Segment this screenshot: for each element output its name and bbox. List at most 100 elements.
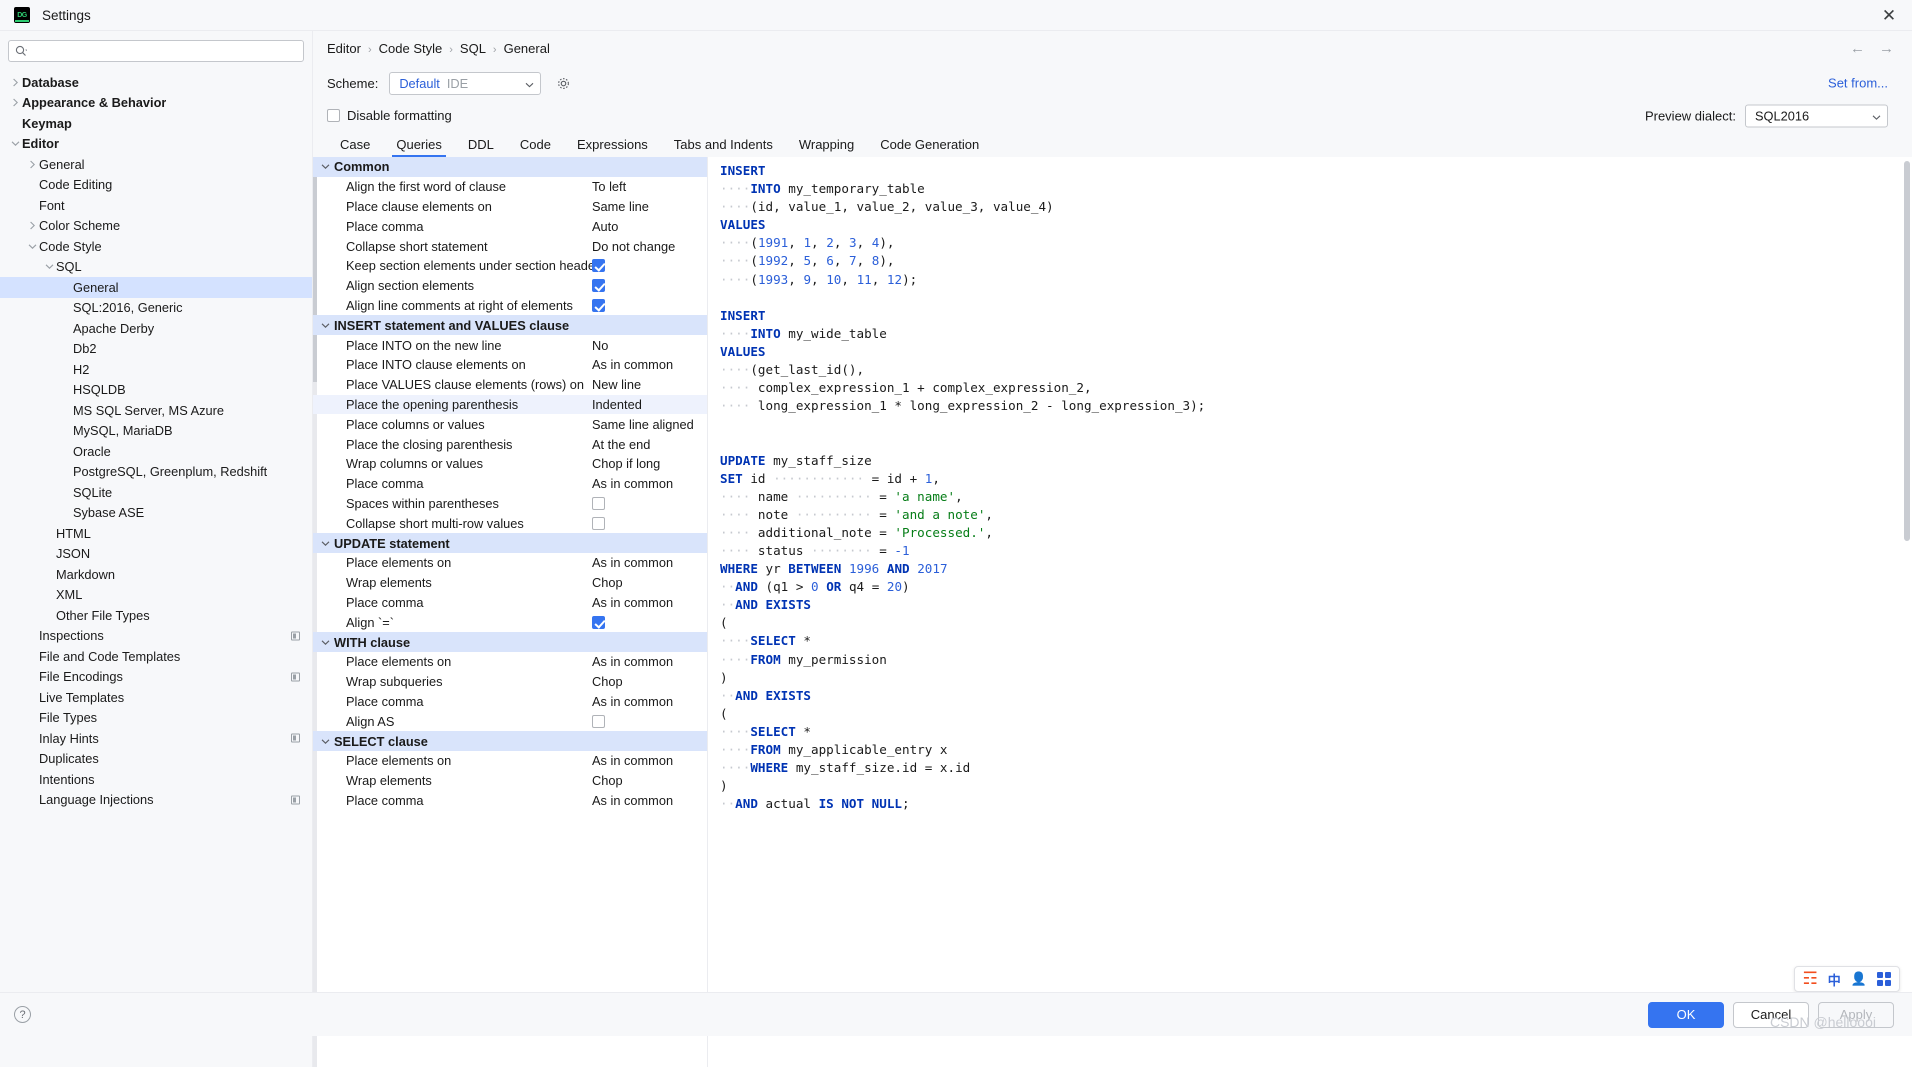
option-value[interactable]: To left: [592, 177, 626, 197]
option-group-header[interactable]: UPDATE statement: [313, 533, 707, 553]
sidebar-item-live-templates[interactable]: Live Templates: [0, 687, 312, 708]
option-row[interactable]: Place INTO on the new line No: [313, 335, 707, 355]
sidebar-item-ms-sql-server-ms-azure[interactable]: MS SQL Server, MS Azure: [0, 400, 312, 421]
chevron-down-icon[interactable]: [318, 639, 332, 646]
sidebar-item-sybase-ase[interactable]: Sybase ASE: [0, 503, 312, 524]
search-box[interactable]: [8, 40, 304, 62]
checkbox-box[interactable]: [592, 259, 605, 273]
option-value[interactable]: No: [592, 335, 608, 355]
option-group-header[interactable]: SELECT clause: [313, 731, 707, 751]
option-row[interactable]: Collapse short multi-row values: [313, 513, 707, 533]
option-row[interactable]: Align line comments at right of elements: [313, 296, 707, 316]
sidebar-item-file-and-code-templates[interactable]: File and Code Templates: [0, 646, 312, 667]
help-icon[interactable]: ?: [14, 1006, 31, 1023]
option-value[interactable]: Auto: [592, 216, 618, 236]
option-row[interactable]: Place the opening parenthesis Indented: [313, 394, 707, 415]
breadcrumb-item-code-style[interactable]: Code Style: [379, 41, 443, 56]
tab-queries[interactable]: Queries: [383, 137, 455, 157]
option-value[interactable]: As in common: [592, 553, 673, 573]
option-value[interactable]: As in common: [592, 355, 673, 375]
tab-tabs-and-indents[interactable]: Tabs and Indents: [661, 137, 786, 157]
option-group-header[interactable]: INSERT statement and VALUES clause: [313, 315, 707, 336]
sidebar-item-hsqldb[interactable]: HSQLDB: [0, 380, 312, 401]
option-checkbox[interactable]: [592, 276, 605, 296]
option-value[interactable]: At the end: [592, 434, 650, 454]
checkbox-box[interactable]: [592, 496, 605, 510]
option-row[interactable]: Wrap elements Chop: [313, 573, 707, 593]
search-input[interactable]: [31, 43, 297, 59]
option-value[interactable]: Chop: [592, 672, 623, 692]
sidebar-item-code-editing[interactable]: Code Editing: [0, 175, 312, 196]
sidebar-item-general[interactable]: General: [0, 154, 312, 175]
sidebar-item-oracle[interactable]: Oracle: [0, 441, 312, 462]
sidebar-item-editor[interactable]: Editor: [0, 134, 312, 155]
sidebar-item-file-encodings[interactable]: File Encodings: [0, 667, 312, 688]
chevron-right-icon[interactable]: [9, 78, 22, 87]
sidebar-item-general[interactable]: General: [0, 277, 312, 298]
chevron-down-icon[interactable]: [26, 243, 39, 250]
chevron-down-icon[interactable]: [318, 322, 332, 329]
option-checkbox[interactable]: [592, 494, 605, 514]
option-row[interactable]: Align `=`: [313, 612, 707, 632]
user-31-icon[interactable]: 👤: [1851, 971, 1867, 987]
option-row[interactable]: Spaces within parentheses: [313, 494, 707, 514]
option-row[interactable]: Wrap elements Chop: [313, 771, 707, 791]
option-row[interactable]: Align the first word of clause To left: [313, 177, 707, 197]
tab-wrapping[interactable]: Wrapping: [786, 137, 867, 157]
chevron-right-icon[interactable]: [26, 160, 39, 169]
option-value[interactable]: As in common: [592, 791, 673, 811]
option-value[interactable]: Chop: [592, 573, 623, 593]
sidebar-item-sql-2016-generic[interactable]: SQL:2016, Generic: [0, 298, 312, 319]
sogou-icon[interactable]: ☶: [1803, 969, 1818, 989]
sidebar-item-sql[interactable]: SQL: [0, 257, 312, 278]
gear-icon[interactable]: [554, 74, 572, 92]
sidebar-item-intentions[interactable]: Intentions: [0, 769, 312, 790]
cancel-button[interactable]: Cancel: [1733, 1001, 1809, 1028]
option-value[interactable]: Same line: [592, 197, 649, 217]
option-value[interactable]: New line: [592, 375, 641, 395]
sidebar-item-markdown[interactable]: Markdown: [0, 564, 312, 585]
sidebar-item-html[interactable]: HTML: [0, 523, 312, 544]
sidebar-item-db2[interactable]: Db2: [0, 339, 312, 360]
preview-dialect-select[interactable]: SQL2016: [1745, 104, 1888, 127]
sidebar-item-database[interactable]: Database: [0, 72, 312, 93]
sidebar-item-inspections[interactable]: Inspections: [0, 626, 312, 647]
option-row[interactable]: Place columns or values Same line aligned: [313, 414, 707, 434]
checkbox-box[interactable]: [592, 279, 605, 293]
chinese-mode-label[interactable]: 中: [1828, 970, 1841, 989]
chevron-down-icon[interactable]: [43, 263, 56, 270]
option-row[interactable]: Collapse short statement Do not change: [313, 236, 707, 256]
option-row[interactable]: Place comma Auto: [313, 216, 707, 236]
option-group-header[interactable]: WITH clause: [313, 632, 707, 652]
close-icon[interactable]: ✕: [1866, 0, 1912, 31]
sidebar-item-apache-derby[interactable]: Apache Derby: [0, 318, 312, 339]
tab-code[interactable]: Code: [507, 137, 564, 157]
option-row[interactable]: Wrap subqueries Chop: [313, 672, 707, 692]
option-checkbox[interactable]: [592, 296, 605, 316]
sidebar-item-mysql-mariadb[interactable]: MySQL, MariaDB: [0, 421, 312, 442]
breadcrumb-item-editor[interactable]: Editor: [327, 41, 361, 56]
option-row[interactable]: Align section elements: [313, 276, 707, 296]
sidebar-item-color-scheme[interactable]: Color Scheme: [0, 216, 312, 237]
checkbox-box[interactable]: [592, 615, 605, 629]
checkbox-box[interactable]: [592, 714, 605, 728]
sidebar-item-language-injections[interactable]: Language Injections: [0, 790, 312, 811]
chevron-down-icon[interactable]: [9, 140, 22, 147]
sidebar-item-file-types[interactable]: File Types: [0, 708, 312, 729]
sidebar-item-json[interactable]: JSON: [0, 544, 312, 565]
tab-ddl[interactable]: DDL: [455, 137, 507, 157]
option-checkbox[interactable]: [592, 711, 605, 731]
chevron-right-icon[interactable]: [26, 221, 39, 230]
sidebar-item-duplicates[interactable]: Duplicates: [0, 749, 312, 770]
option-row[interactable]: Place clause elements on Same line: [313, 197, 707, 217]
option-row[interactable]: Place elements on As in common: [313, 751, 707, 771]
option-row[interactable]: Place comma As in common: [313, 692, 707, 712]
option-row[interactable]: Keep section elements under section head…: [313, 256, 707, 276]
sidebar-item-xml[interactable]: XML: [0, 585, 312, 606]
sidebar-item-inlay-hints[interactable]: Inlay Hints: [0, 728, 312, 749]
option-group-header[interactable]: Common: [313, 157, 707, 177]
checkbox-box[interactable]: [592, 298, 605, 312]
option-value[interactable]: Same line aligned: [592, 414, 694, 434]
option-value[interactable]: As in common: [592, 692, 673, 712]
disable-formatting-checkbox[interactable]: [327, 109, 340, 122]
